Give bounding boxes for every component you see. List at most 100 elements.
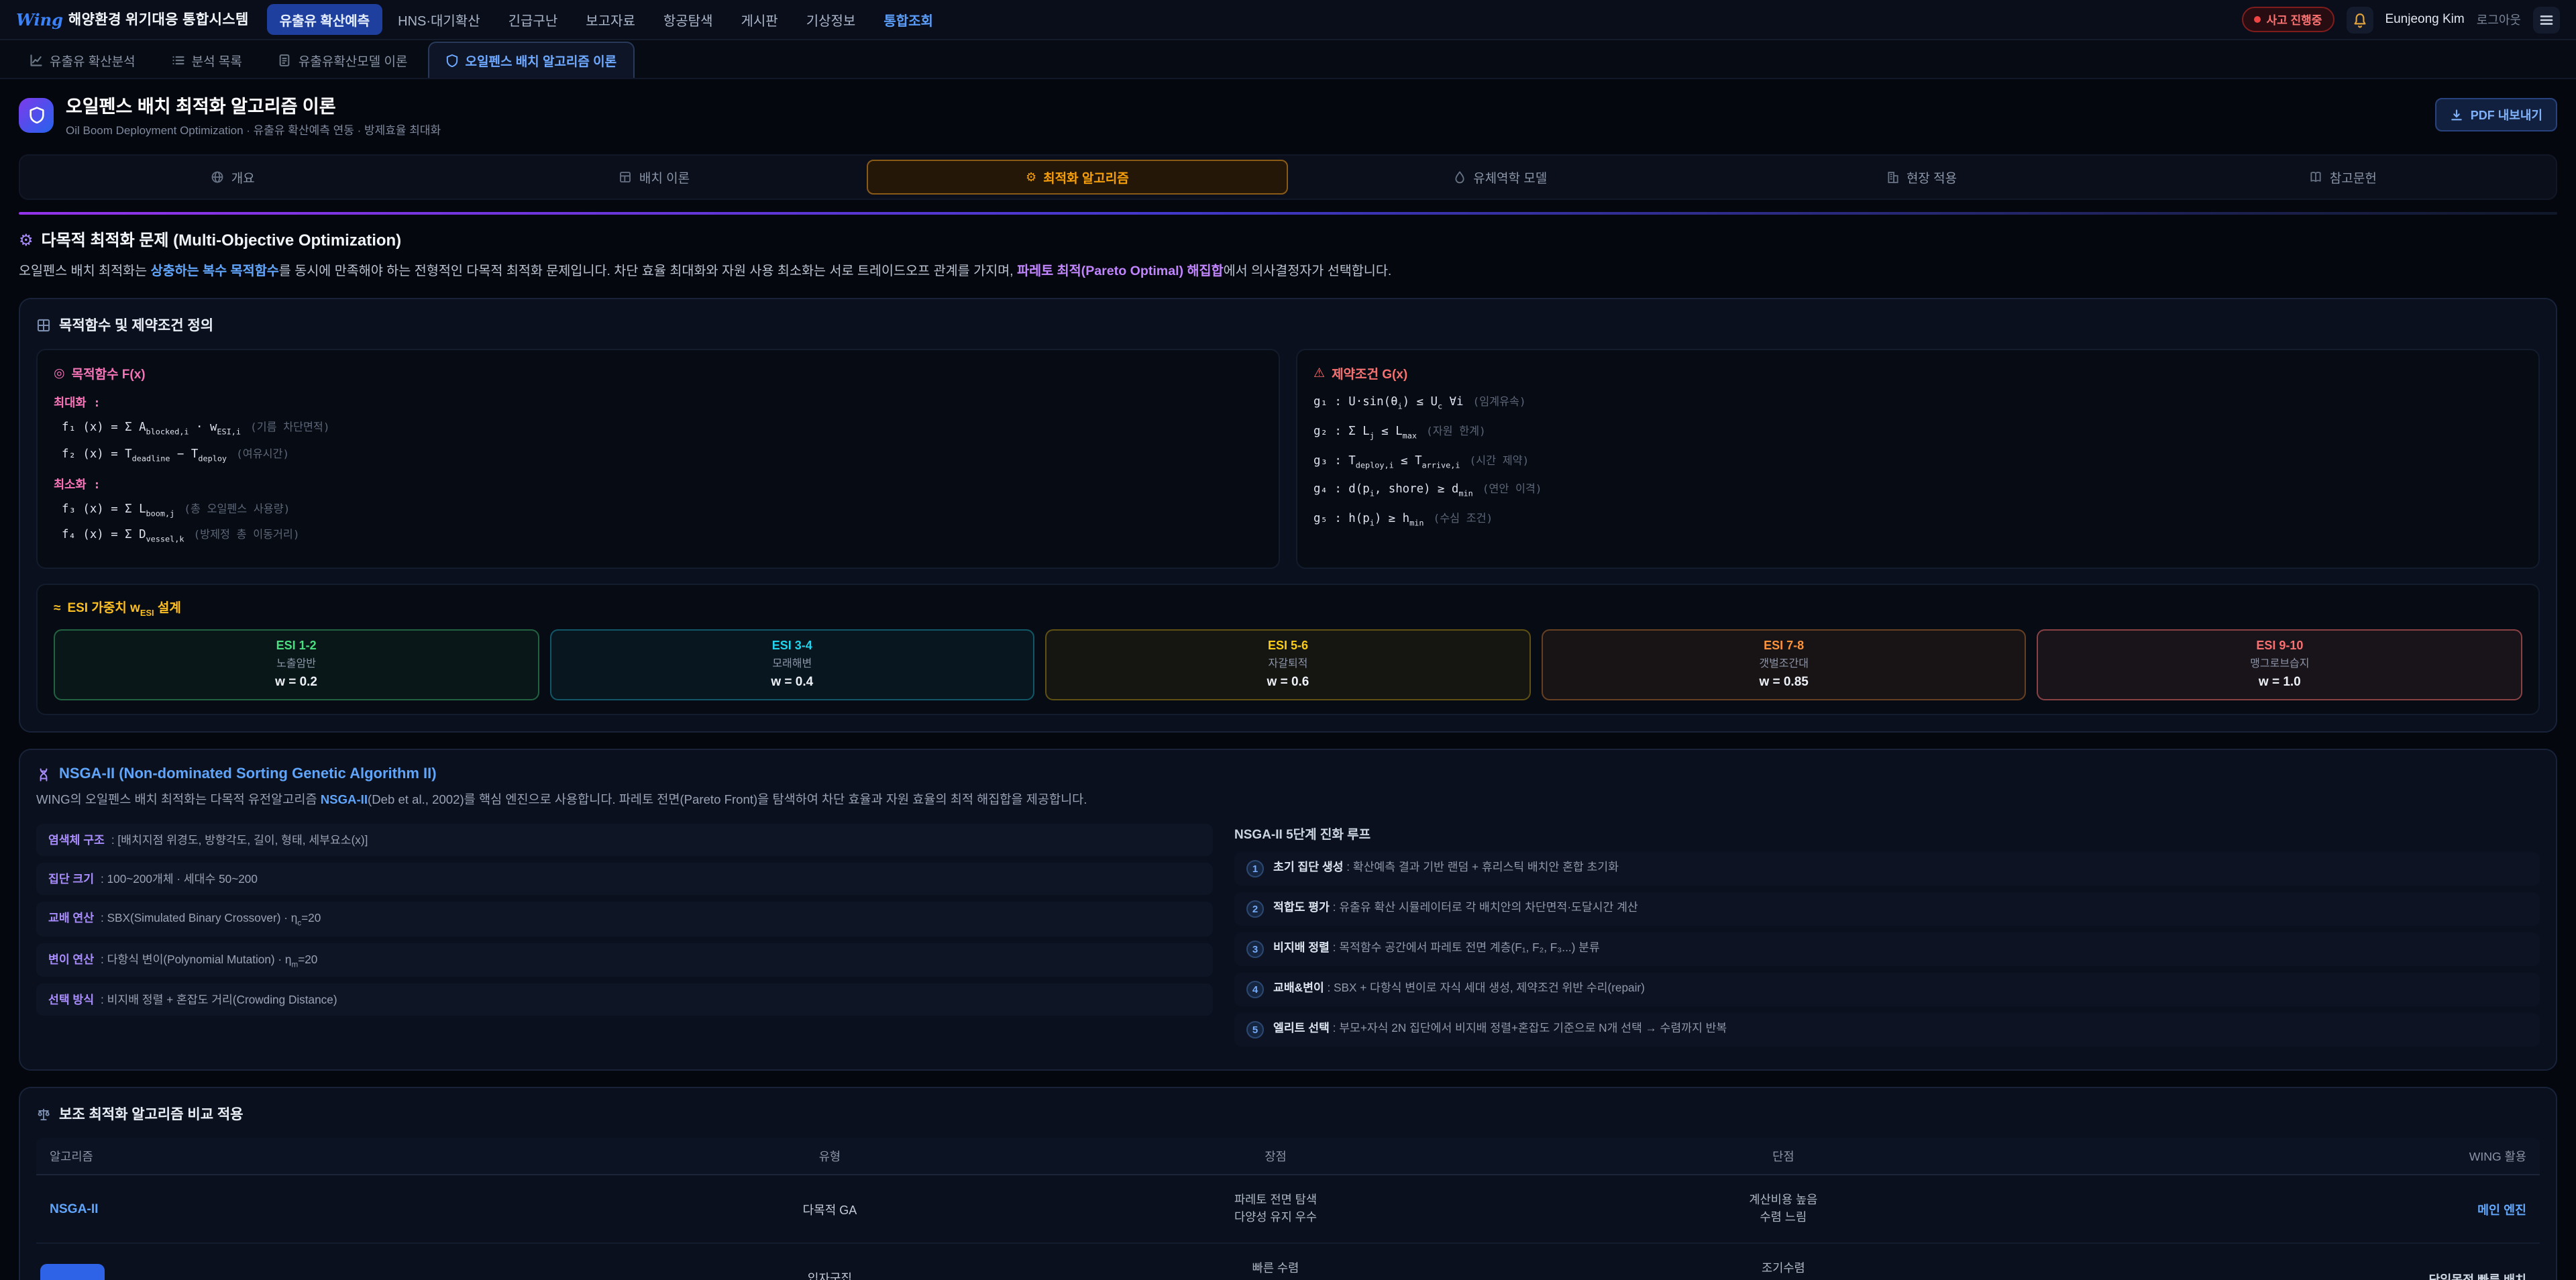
nav-item-oil-spill-prediction[interactable]: 유출유 확산예측 [268, 4, 382, 35]
formula: f₁ (x) = Σ Ablocked,i · wESI,i [62, 421, 241, 437]
table-row: PSO 입자군집 빠른 수렴구현 단순 조기수렴다목적 취약 단일목적 빠른 배… [36, 1244, 2540, 1280]
nav-item-aerial-search[interactable]: 항공탐색 [651, 4, 725, 35]
esi-box-7-8: ESI 7-8 갯벌조간대 w = 0.85 [1542, 629, 2027, 700]
page-subtitle: Oil Boom Deployment Optimization · 유출유 확… [66, 122, 441, 138]
section-tab-hydrodynamics[interactable]: 유체역학 모델 [1291, 160, 1709, 195]
param-label: 염색체 구조 [48, 832, 105, 848]
formula-note: (기름 차단면적) [250, 420, 330, 435]
esi-weight: w = 0.2 [60, 675, 532, 690]
formula-note: (수심 조건) [1433, 511, 1493, 526]
col-header-type: 유형 [644, 1147, 1016, 1165]
loop-step-3: 3 비지배 정렬 : 목적함수 공간에서 파레토 전면 계층(F₁, F₂, F… [1234, 932, 2540, 966]
tab-label: 분석 목록 [192, 51, 242, 70]
formula-note: (방제정 총 이동거리) [193, 528, 299, 543]
algorithm-comparison-table: 알고리즘 유형 장점 단점 WING 활용 NSGA-II 다목적 GA 파레토… [36, 1138, 2540, 1280]
wing-usage: 단일목적 빠른 배치 [2031, 1269, 2526, 1280]
nav-item-reports[interactable]: 보고자료 [574, 4, 647, 35]
gear-icon: ⚙ [19, 230, 34, 249]
formula-line: f₃ (x) = Σ Lboom,j (총 오일펜스 사용량) [62, 501, 1263, 518]
section-tab-label: 최적화 알고리즘 [1043, 168, 1129, 186]
tab-label: 유출유확산모델 이론 [299, 51, 408, 70]
nav-item-weather[interactable]: 기상정보 [794, 4, 868, 35]
nav-item-board[interactable]: 게시판 [729, 4, 790, 35]
main-nav: 유출유 확산예측 HNS·대기확산 긴급구난 보고자료 항공탐색 게시판 기상정… [268, 4, 945, 35]
param-label: 선택 방식 [48, 992, 94, 1008]
step-number: 3 [1246, 941, 1264, 959]
section-tab-overview[interactable]: 개요 [24, 160, 441, 195]
section-tab-label: 배치 이론 [639, 168, 690, 186]
param-row-chromosome: 염색체 구조 : [배치지점 위경도, 방향각도, 길이, 형태, 세부요소(x… [36, 824, 1213, 856]
formula-line: f₂ (x) = Tdeadline − Tdeploy (여유시간) [62, 447, 1263, 464]
param-value: : 100~200개체 · 세대수 50~200 [101, 871, 258, 887]
section-tab-deployment-theory[interactable]: 배치 이론 [445, 160, 863, 195]
floating-button-partial[interactable] [40, 1264, 105, 1280]
step-text: : 유출유 확산 시뮬레이터로 각 배치안의 차단면적·도달시간 계산 [1333, 901, 1638, 914]
desc-segment: WING의 오일펜스 배치 최적화는 다목적 유전알고리즘 [36, 793, 321, 806]
esi-name: 모래해변 [556, 656, 1028, 671]
param-value: : 다항식 변이(Polynomial Mutation) · ηm=20 [101, 951, 317, 969]
pdf-export-button[interactable]: PDF 내보내기 [2436, 98, 2557, 131]
wing-logo-icon: Wing [16, 10, 63, 29]
algorithm-type: 입자군집 [644, 1269, 1016, 1280]
loop-title: NSGA-II 5단계 진화 루프 [1234, 824, 2540, 843]
section-tab-references[interactable]: 참고문헌 [2135, 160, 2552, 195]
formula: f₃ (x) = Σ Lboom,j [62, 502, 174, 518]
sub-tabbar: 유출유 확산분석 분석 목록 유출유확산모델 이론 오일펜스 배치 알고리즘 이… [0, 40, 2576, 79]
loop-step-1: 1 초기 집단 생성 : 확산예측 결과 기반 랜덤 + 휴리스틱 배치안 혼합… [1234, 852, 2540, 886]
logout-button[interactable]: 로그아웃 [2477, 11, 2521, 28]
page-content: ⚙ 다목적 최적화 문제 (Multi-Objective Optimizati… [0, 212, 2576, 1280]
tab-boom-algorithm-theory[interactable]: 오일펜스 배치 알고리즘 이론 [428, 42, 635, 78]
menu-icon[interactable] [2533, 6, 2560, 33]
chart-icon [30, 54, 43, 67]
section-tab-field-application[interactable]: 현장 적용 [1713, 160, 2130, 195]
formula-line: f₄ (x) = Σ Dvessel,k (방제정 총 이동거리) [62, 528, 1263, 545]
algorithm-cons: 조기수렴다목적 취약 [1536, 1261, 2031, 1280]
section-tab-label: 현장 적용 [1907, 168, 1957, 186]
desc-segment: (Deb et al., 2002)를 핵심 엔진으로 사용합니다. 파레토 전… [368, 793, 1087, 806]
incident-status-badge[interactable]: 사고 진행중 [2243, 7, 2334, 32]
nav-item-integrated-search[interactable]: 통합조회 [871, 4, 945, 35]
tab-spill-model-theory[interactable]: 유출유확산모델 이론 [262, 43, 424, 78]
nav-item-emergency-rescue[interactable]: 긴급구난 [496, 4, 570, 35]
formula: g₅ : h(pi) ≥ hmin [1313, 513, 1424, 528]
grid-icon [36, 318, 51, 333]
param-value: : 비지배 정렬 + 혼잡도 거리(Crowding Distance) [101, 992, 337, 1008]
notifications-bell-icon[interactable] [2346, 6, 2373, 33]
desc-highlight-nsga: NSGA-II [321, 793, 368, 806]
step-text: : 부모+자식 2N 집단에서 비지배 정렬+혼잡도 기준으로 N개 선택 → … [1333, 1022, 1727, 1035]
nsga-card-title: NSGA-II (Non-dominated Sorting Genetic A… [59, 766, 437, 782]
step-label: 비지배 정렬 [1273, 941, 1330, 955]
section-tab-label: 개요 [231, 168, 255, 186]
nsga-parameters: 염색체 구조 : [배치지점 위경도, 방향각도, 길이, 형태, 세부요소(x… [36, 824, 1213, 1053]
algorithm-pros: 빠른 수렴구현 단순 [1016, 1261, 1536, 1280]
maximize-label: 최대화 : [54, 393, 1263, 411]
building-icon [1886, 170, 1900, 184]
constraints-panel-title: 제약조건 G(x) [1332, 364, 1407, 382]
warning-icon: ⚠ [1313, 366, 1325, 380]
param-value: : [배치지점 위경도, 방향각도, 길이, 형태, 세부요소(x)] [111, 832, 368, 848]
page-title: 오일펜스 배치 최적화 알고리즘 이론 [66, 91, 441, 118]
esi-name: 갯벌조간대 [1548, 656, 2020, 671]
target-icon: ◎ [54, 366, 65, 380]
nav-item-hns-dispersion[interactable]: HNS·대기확산 [386, 4, 492, 35]
user-name: Eunjeong Kim [2385, 12, 2464, 27]
incident-dot-icon [2255, 16, 2261, 23]
tab-spill-analysis[interactable]: 유출유 확산분석 [13, 43, 152, 78]
globe-icon [211, 170, 225, 184]
step-label: 교배&변이 [1273, 981, 1324, 995]
section-tab-optimization-algorithm[interactable]: ⚙ 최적화 알고리즘 [867, 160, 1287, 195]
book-icon [2310, 170, 2323, 184]
nsga-card: NSGA-II (Non-dominated Sorting Genetic A… [19, 749, 2557, 1071]
param-label: 집단 크기 [48, 871, 94, 887]
esi-title-text: ESI 가중치 wESI 설계 [67, 597, 180, 619]
table-row: NSGA-II 다목적 GA 파레토 전면 탐색다양성 유지 우수 계산비용 높… [36, 1175, 2540, 1244]
esi-weight: w = 1.0 [2044, 675, 2516, 690]
formula: g₂ : Σ Lj ≤ Lmax [1313, 425, 1417, 441]
intro-highlight-pareto: 파레토 최적(Pareto Optimal) 해집합 [1017, 264, 1224, 279]
esi-box-5-6: ESI 5-6 자갈퇴적 w = 0.6 [1045, 629, 1530, 700]
section-tabs: 개요 배치 이론 ⚙ 최적화 알고리즘 유체역학 모델 현장 적용 [19, 154, 2557, 200]
tab-analysis-list[interactable]: 분석 목록 [156, 43, 258, 78]
list-icon [172, 54, 185, 67]
esi-range: ESI 5-6 [1052, 639, 1523, 652]
param-row-mutation: 변이 연산 : 다항식 변이(Polynomial Mutation) · ηm… [36, 943, 1213, 977]
